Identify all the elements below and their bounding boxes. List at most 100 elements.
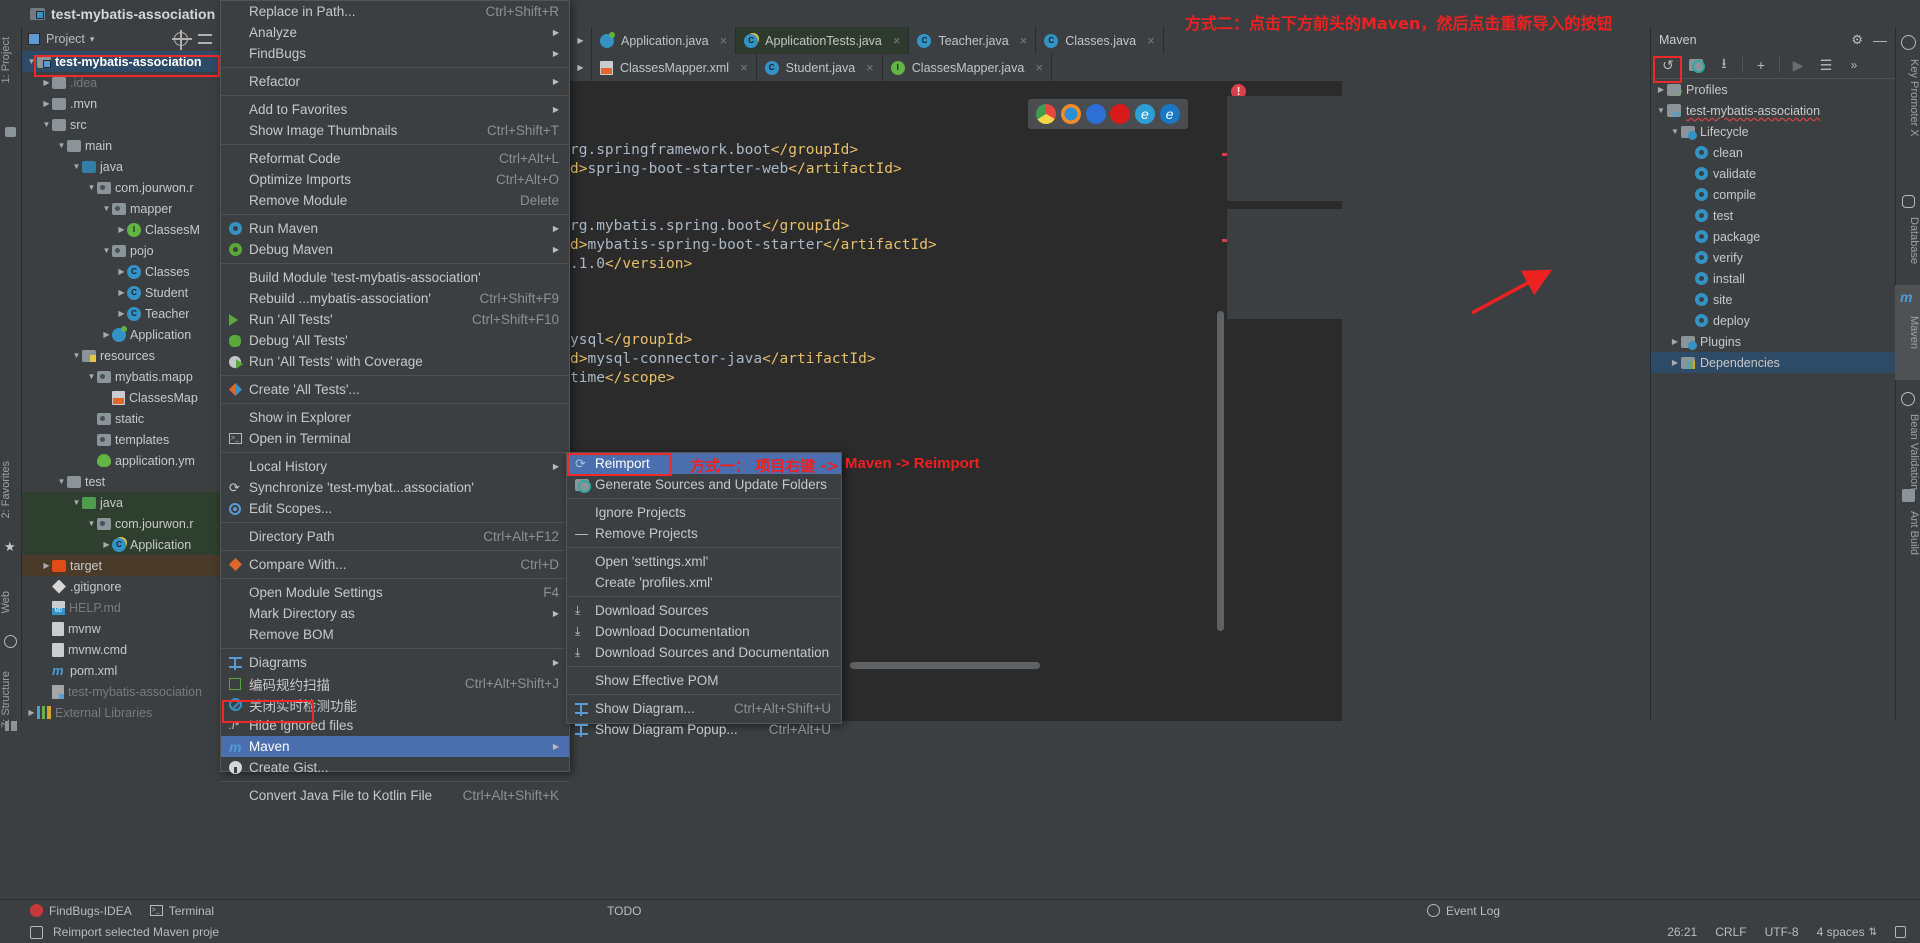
menu-item[interactable]: Local History ▶ bbox=[221, 456, 569, 477]
maven-tree-item[interactable]: ▼ test-mybatis-association bbox=[1651, 100, 1895, 121]
collapse-all-icon[interactable] bbox=[198, 32, 212, 46]
tree-item[interactable]: ▶ C Student bbox=[22, 282, 222, 303]
bottom-item-todo[interactable]: TODO bbox=[607, 904, 641, 918]
menu-item[interactable]: FindBugs ▶ bbox=[221, 43, 569, 64]
edge-legacy-icon[interactable]: e bbox=[1134, 104, 1155, 124]
tree-item[interactable]: ▶test-mybatis-association bbox=[22, 681, 222, 702]
menu-item[interactable]: Create 'profiles.xml' bbox=[567, 572, 841, 593]
editor-tab[interactable]: C ApplicationTests.java × bbox=[736, 27, 910, 54]
context-menu[interactable]: Replace in Path... Ctrl+Shift+R Analyze ▶ Fi… bbox=[220, 0, 570, 803]
menu-item[interactable]: Open Module Settings F4 bbox=[221, 582, 569, 603]
maven-tree-item[interactable]: ▶ Dependencies bbox=[1651, 352, 1895, 373]
editor-tab[interactable]: ClassesMapper.xml × bbox=[592, 54, 757, 81]
menu-item[interactable]: Show Effective POM bbox=[567, 670, 841, 691]
maven-tree-item[interactable]: site bbox=[1651, 289, 1895, 310]
maven-tree-item[interactable]: deploy bbox=[1651, 310, 1895, 331]
tree-item[interactable]: ▶ C Teacher bbox=[22, 303, 222, 324]
tree-item[interactable]: ▶mpom.xml bbox=[22, 660, 222, 681]
menu-item[interactable]: Analyze ▶ bbox=[221, 22, 569, 43]
menu-item[interactable]: Generate Sources and Update Folders bbox=[567, 474, 841, 495]
sidebar-item-web[interactable]: Web bbox=[0, 587, 22, 617]
menu-item[interactable]: >_ Open in Terminal bbox=[221, 428, 569, 449]
tree-item[interactable]: ▶.gitignore bbox=[22, 576, 222, 597]
maven-tree-item[interactable]: clean bbox=[1651, 142, 1895, 163]
tree-item[interactable]: ▼ com.jourwon.r bbox=[22, 177, 222, 198]
add-icon[interactable]: + bbox=[1748, 53, 1774, 77]
tree-item[interactable]: ▶templates bbox=[22, 429, 222, 450]
gear-icon[interactable]: ⚙ bbox=[1851, 32, 1863, 48]
menu-item[interactable]: Mark Directory as ▶ bbox=[221, 603, 569, 624]
firefox-icon[interactable] bbox=[1060, 104, 1081, 124]
sidebar-item-bean-validation[interactable]: Bean Validation bbox=[1895, 410, 1920, 494]
maven-submenu[interactable]: ⟳ Reimport Generate Sources and Update Fol… bbox=[566, 452, 842, 737]
tree-item[interactable]: ▼ mybatis.mapp bbox=[22, 366, 222, 387]
tree-item[interactable]: ▼ test bbox=[22, 471, 222, 492]
menu-item[interactable]: Edit Scopes... bbox=[221, 498, 569, 519]
tree-item[interactable]: ▼ com.jourwon.r bbox=[22, 513, 222, 534]
chevron-right-icon[interactable]: ▶ bbox=[101, 540, 112, 549]
bottom-item-terminal[interactable]: >_ Terminal bbox=[149, 904, 214, 918]
chevron-down-icon[interactable]: ▼ bbox=[41, 120, 52, 129]
project-panel-title[interactable]: Project bbox=[46, 32, 85, 46]
minimize-icon[interactable]: — bbox=[1873, 32, 1887, 48]
maven-tree-item[interactable]: ▶ Profiles bbox=[1651, 79, 1895, 100]
lock-icon[interactable] bbox=[1895, 926, 1906, 938]
tab-scroll-chevron-icon[interactable]: ▶ bbox=[570, 54, 592, 81]
editor-tab[interactable]: C Student.java × bbox=[757, 54, 883, 81]
chevron-down-icon[interactable]: ▼ bbox=[1669, 127, 1681, 136]
breadcrumb-project[interactable]: test-mybatis-association bbox=[51, 6, 215, 22]
menu-item[interactable]: Replace in Path... Ctrl+Shift+R bbox=[221, 1, 569, 22]
chevron-down-icon[interactable]: ▼ bbox=[56, 477, 67, 486]
menu-item[interactable]: ⤓ Download Documentation bbox=[567, 621, 841, 642]
menu-item[interactable]: Show Diagram... Ctrl+Alt+Shift+U bbox=[567, 698, 841, 719]
editor-tab[interactable]: Application.java × bbox=[592, 27, 737, 54]
sidebar-item-database[interactable]: Database bbox=[1895, 213, 1920, 268]
chevron-down-icon[interactable]: ▼ bbox=[71, 498, 82, 507]
chevron-right-icon[interactable]: ▶ bbox=[41, 561, 52, 570]
sidebar-item-ant-build[interactable]: Ant Build bbox=[1895, 507, 1920, 559]
tab-scroll-chevron-icon[interactable]: ▶ bbox=[570, 27, 592, 54]
chevron-down-icon[interactable]: ▼ bbox=[101, 204, 112, 213]
menu-item[interactable]: Compare With... Ctrl+D bbox=[221, 554, 569, 575]
menu-item[interactable]: m Maven ▶ bbox=[221, 736, 569, 757]
editor-vertical-scrollbar[interactable] bbox=[1217, 311, 1224, 631]
sidebar-item-key-promoter[interactable]: Key Promoter X bbox=[1895, 55, 1920, 141]
project-tree[interactable]: ▼ test-mybatis-association ▶ .idea ▶ .mvn ▼ src… bbox=[22, 51, 222, 723]
tree-item[interactable]: ▶ C Application bbox=[22, 534, 222, 555]
menu-item[interactable]: Debug Maven ▶ bbox=[221, 239, 569, 260]
bottom-item-event-log[interactable]: Event Log bbox=[1426, 904, 1500, 918]
bottom-item-findbugs[interactable]: FindBugs-IDEA bbox=[30, 904, 132, 918]
close-icon[interactable]: × bbox=[1035, 60, 1043, 75]
tree-item[interactable]: ▼ main bbox=[22, 135, 222, 156]
menu-item[interactable]: Ignore Projects bbox=[567, 502, 841, 523]
run-icon[interactable]: ▶ bbox=[1785, 53, 1811, 77]
chevron-down-icon[interactable]: ▼ bbox=[86, 183, 97, 192]
chevron-right-icon[interactable]: ▶ bbox=[101, 330, 112, 339]
menu-item[interactable]: Remove BOM bbox=[221, 624, 569, 645]
tree-item[interactable]: ▼ resources bbox=[22, 345, 222, 366]
menu-item[interactable]: Open 'settings.xml' bbox=[567, 551, 841, 572]
menu-item[interactable]: ⤓ Download Sources bbox=[567, 600, 841, 621]
maven-tree-item[interactable]: ▼ Lifecycle bbox=[1651, 121, 1895, 142]
maven-tree-item[interactable]: package bbox=[1651, 226, 1895, 247]
chevron-right-icon[interactable]: ▶ bbox=[41, 99, 52, 108]
opera-icon[interactable] bbox=[1110, 104, 1131, 124]
menu-item[interactable]: Create 'All Tests'... bbox=[221, 379, 569, 400]
maven-tree-item[interactable]: ▶ Plugins bbox=[1651, 331, 1895, 352]
menu-item[interactable]: Show Image Thumbnails Ctrl+Shift+T bbox=[221, 120, 569, 141]
menu-item[interactable]: Reformat Code Ctrl+Alt+L bbox=[221, 148, 569, 169]
chevron-down-icon[interactable]: ▾ bbox=[90, 34, 95, 45]
tree-item[interactable]: ▶mvnw.cmd bbox=[22, 639, 222, 660]
menu-item[interactable]: Run 'All Tests' Ctrl+Shift+F10 bbox=[221, 309, 569, 330]
tree-item[interactable]: ▶application.ym bbox=[22, 450, 222, 471]
close-icon[interactable]: × bbox=[1020, 33, 1028, 48]
close-icon[interactable]: × bbox=[893, 33, 901, 48]
tree-item[interactable]: ▼ src bbox=[22, 114, 222, 135]
tree-item[interactable]: ▶HELP.md bbox=[22, 597, 222, 618]
editor-tab-row-2[interactable]: ▶ ClassesMapper.xml × C Student.java × I Classe… bbox=[570, 54, 1342, 81]
tree-item[interactable]: ▶ Application bbox=[22, 324, 222, 345]
chevron-right-icon[interactable]: ▶ bbox=[1655, 85, 1667, 94]
sidebar-item-favorites[interactable]: 2: Favorites bbox=[0, 457, 22, 522]
menu-item[interactable]: Optimize Imports Ctrl+Alt+O bbox=[221, 169, 569, 190]
chevron-down-icon[interactable]: ▼ bbox=[1655, 106, 1667, 115]
